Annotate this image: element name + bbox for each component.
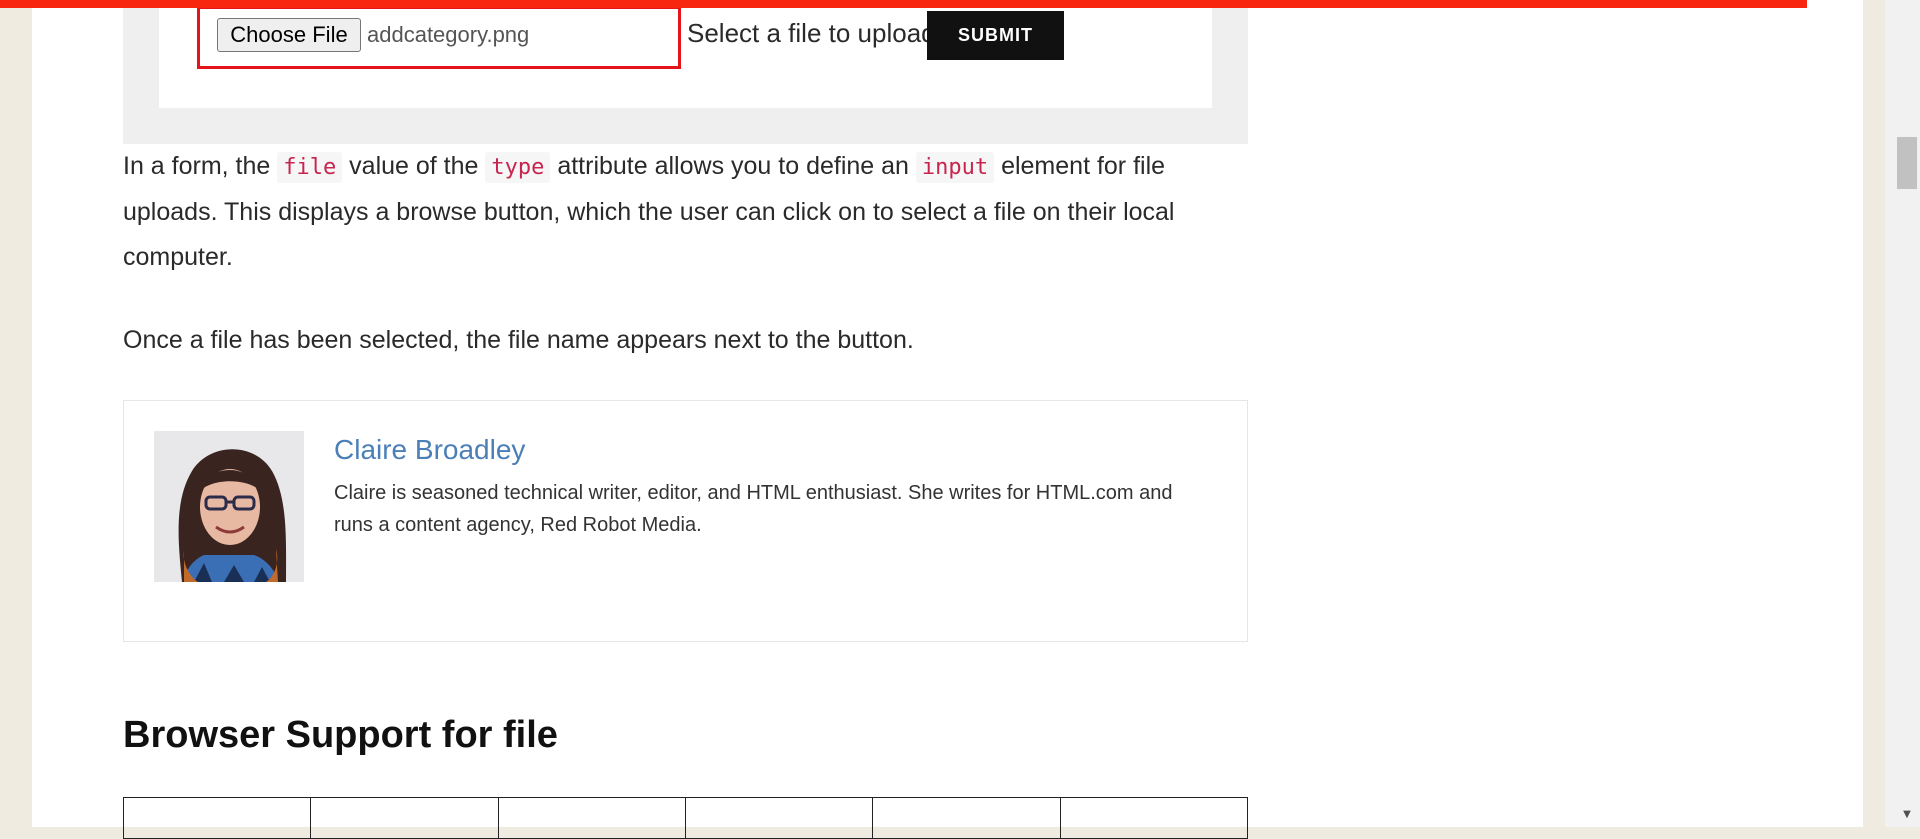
article-paragraph: In a form, the file value of the type at… — [123, 144, 1248, 280]
author-name-link[interactable]: Claire Broadley — [334, 430, 525, 470]
paragraph-text: attribute allows you to define an — [550, 152, 916, 180]
section-heading: Browser Support for file — [123, 714, 558, 756]
browser-support-table — [122, 797, 1249, 839]
table-row — [122, 797, 1249, 839]
scrollbar-track[interactable] — [1885, 0, 1920, 827]
table-cell — [684, 797, 874, 839]
scrollbar-thumb[interactable] — [1897, 137, 1917, 189]
author-avatar — [154, 431, 304, 582]
avatar-image — [154, 431, 304, 582]
scroll-down-arrow-icon[interactable]: ▼ — [1897, 808, 1917, 822]
inline-code-file: file — [277, 152, 343, 183]
inline-code-input: input — [915, 152, 995, 183]
table-cell — [310, 797, 499, 839]
reading-progress-bar — [0, 0, 1807, 8]
paragraph-text: In a form, the — [123, 152, 278, 180]
table-cell — [872, 797, 1061, 839]
table-cell — [497, 797, 686, 839]
selected-file-name: addcategory.png — [367, 22, 530, 47]
paragraph-text: value of the — [342, 152, 486, 180]
table-cell — [122, 797, 312, 839]
table-cell — [1059, 797, 1249, 839]
upload-label: Select a file to upload — [687, 18, 936, 48]
inline-code-type: type — [485, 152, 551, 183]
author-bio: Claire is seasoned technical writer, edi… — [334, 482, 1173, 536]
submit-button[interactable]: SUBMIT — [927, 11, 1064, 60]
choose-file-button[interactable]: Choose File — [217, 18, 361, 52]
article-paragraph-2: Once a file has been selected, the file … — [123, 326, 914, 354]
